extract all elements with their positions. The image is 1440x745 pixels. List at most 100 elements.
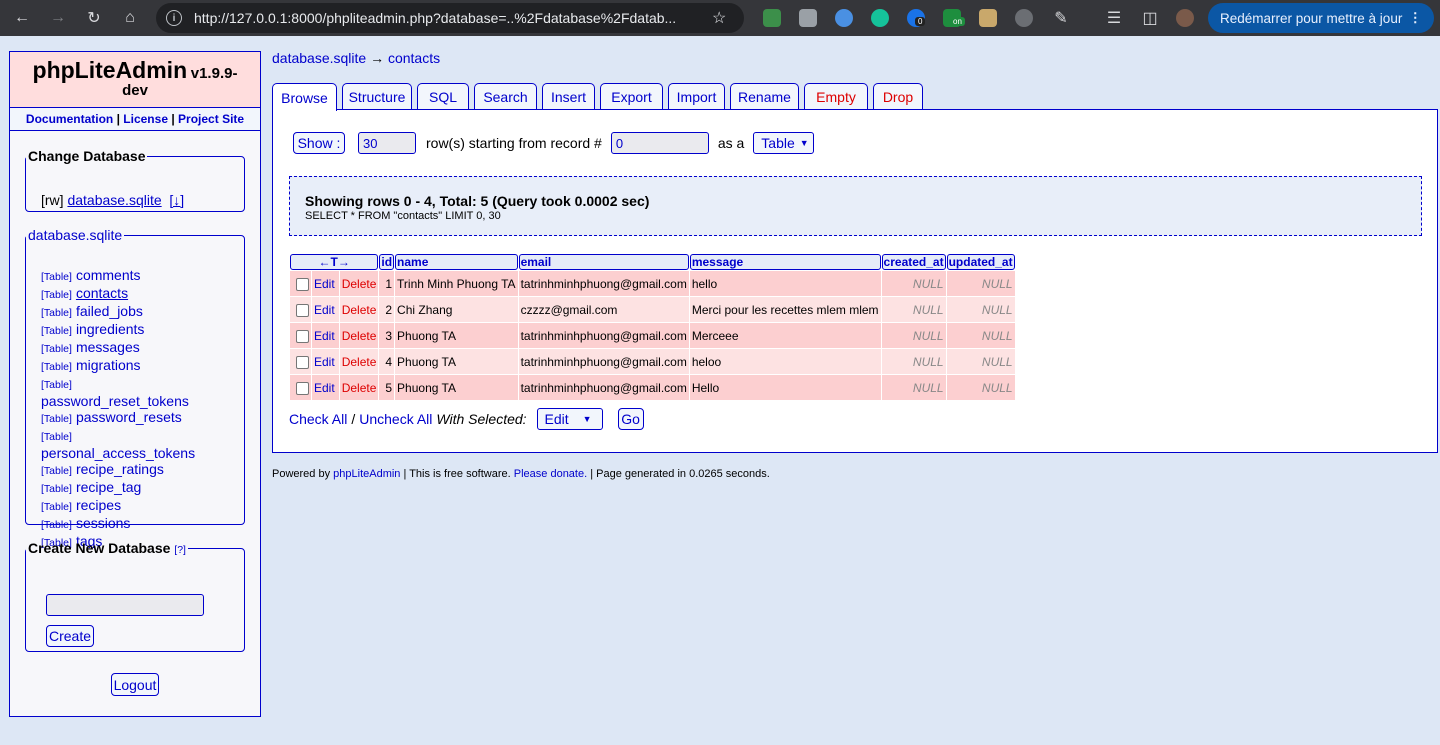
profile-avatar[interactable] (1176, 9, 1194, 27)
table-name-link[interactable]: messages (76, 339, 140, 355)
edit-row-link[interactable]: Edit (314, 303, 335, 317)
edit-row-link[interactable]: Edit (314, 329, 335, 343)
row-checkbox[interactable] (296, 381, 309, 395)
table-name-link[interactable]: personal_access_tokens (41, 445, 241, 461)
grammarly-icon[interactable] (871, 9, 889, 27)
tab-insert[interactable]: Insert (542, 83, 595, 110)
logout-button[interactable]: Logout (111, 673, 159, 696)
extension-gear-icon[interactable] (1015, 9, 1033, 27)
table-tag-link[interactable]: [Table] (41, 271, 72, 283)
sidebar-table-item[interactable]: [Table] comments (41, 267, 241, 285)
table-name-link[interactable]: recipe_ratings (76, 461, 164, 477)
sidebar-table-item[interactable]: [Table] password_reset_tokens (41, 375, 241, 409)
tab-drop[interactable]: Drop (873, 83, 923, 110)
bulk-action-select[interactable]: Edit ▼ (536, 408, 603, 430)
table-name-link[interactable]: recipes (76, 497, 121, 513)
address-url[interactable]: http://127.0.0.1:8000/phpliteadmin.php?d… (194, 10, 704, 26)
tab-browse[interactable]: Browse (272, 83, 337, 111)
table-tag-link[interactable]: [Table] (41, 483, 72, 495)
sidebar-table-item[interactable]: [Table] personal_access_tokens (41, 427, 241, 461)
column-header-message[interactable]: message (689, 254, 881, 270)
row-checkbox[interactable] (296, 355, 309, 369)
uncheck-all-link[interactable]: Uncheck All (359, 411, 432, 427)
table-tag-link[interactable]: [Table] (41, 501, 72, 513)
tab-export[interactable]: Export (600, 83, 663, 110)
column-header-name[interactable]: name (395, 254, 518, 270)
column-header-created-at[interactable]: created_at (881, 254, 946, 270)
table-tag-link[interactable]: [Table] (41, 379, 72, 391)
table-tag-link[interactable]: [Table] (41, 413, 72, 425)
table-name-link[interactable]: migrations (76, 357, 141, 373)
reload-icon[interactable]: ↻ (82, 6, 106, 30)
delete-row-link[interactable]: Delete (342, 381, 377, 395)
forward-arrow-icon[interactable]: → (46, 6, 70, 30)
site-info-icon[interactable]: i (166, 10, 182, 26)
new-database-name-input[interactable] (46, 594, 204, 616)
table-name-link[interactable]: recipe_tag (76, 479, 141, 495)
tab-search[interactable]: Search (474, 83, 537, 110)
sidebar-table-item[interactable]: [Table] sessions (41, 515, 241, 533)
table-tag-link[interactable]: [Table] (41, 519, 72, 531)
restart-update-button[interactable]: Redémarrer pour mettre à jour ⋮ (1208, 3, 1434, 33)
home-icon[interactable]: ⌂ (118, 6, 142, 30)
tab-rename[interactable]: Rename (730, 83, 799, 110)
sidebar-table-item[interactable]: [Table] password_resets (41, 409, 241, 427)
puzzle-extensions-icon[interactable]: ✎ (1049, 6, 1073, 30)
table-name-link[interactable]: password_reset_tokens (41, 393, 241, 409)
table-name-link[interactable]: contacts (76, 285, 128, 301)
media-controls-icon[interactable]: ☰ (1102, 6, 1126, 30)
breadcrumb-database-link[interactable]: database.sqlite (272, 50, 366, 66)
delete-row-link[interactable]: Delete (342, 303, 377, 317)
tab-empty[interactable]: Empty (804, 83, 868, 110)
table-tag-link[interactable]: [Table] (41, 343, 72, 355)
column-header-updated-at[interactable]: updated_at (946, 254, 1015, 270)
column-toggle-header[interactable]: ←T→ (290, 254, 379, 270)
extension-mustache-icon[interactable] (979, 9, 997, 27)
project-site-link[interactable]: Project Site (178, 112, 244, 126)
table-name-link[interactable]: password_resets (76, 409, 182, 425)
view-mode-select[interactable]: Table ▼ (753, 132, 815, 154)
tab-sql[interactable]: SQL (417, 83, 469, 110)
delete-row-link[interactable]: Delete (342, 355, 377, 369)
extension-mail-icon[interactable] (763, 9, 781, 27)
column-header-email[interactable]: email (518, 254, 689, 270)
table-tag-link[interactable]: [Table] (41, 431, 72, 443)
bookmark-star-icon[interactable]: ☆ (712, 8, 726, 28)
edit-row-link[interactable]: Edit (314, 355, 335, 369)
tab-structure[interactable]: Structure (342, 83, 412, 110)
sidebar-table-item[interactable]: [Table] recipes (41, 497, 241, 515)
create-help-link[interactable]: [?] (174, 544, 186, 556)
create-database-button[interactable]: Create (46, 625, 94, 647)
address-bar[interactable]: i http://127.0.0.1:8000/phpliteadmin.php… (156, 3, 744, 33)
sidebar-table-item[interactable]: [Table] recipe_tag (41, 479, 241, 497)
table-name-link[interactable]: comments (76, 267, 141, 283)
row-checkbox[interactable] (296, 329, 309, 343)
row-count-input[interactable]: 30 (358, 132, 416, 154)
kebab-menu-icon[interactable]: ⋮ (1409, 10, 1423, 26)
side-panel-icon[interactable]: ◫ (1138, 6, 1162, 30)
sidebar-table-item[interactable]: [Table] recipe_ratings (41, 461, 241, 479)
back-arrow-icon[interactable]: ← (10, 6, 34, 30)
column-header-id[interactable]: id (379, 254, 395, 270)
go-button[interactable]: Go (617, 408, 644, 430)
sidebar-table-item[interactable]: [Table] messages (41, 339, 241, 357)
sidebar-table-item[interactable]: [Table] contacts (41, 285, 241, 303)
table-name-link[interactable]: sessions (76, 515, 130, 531)
footer-donate-link[interactable]: Please donate. (514, 468, 587, 480)
row-checkbox[interactable] (296, 303, 309, 317)
table-tag-link[interactable]: [Table] (41, 361, 72, 373)
table-name-link[interactable]: ingredients (76, 321, 145, 337)
sidebar-table-item[interactable]: [Table] failed_jobs (41, 303, 241, 321)
breadcrumb-table-link[interactable]: contacts (388, 50, 440, 66)
table-tag-link[interactable]: [Table] (41, 289, 72, 301)
extension-compass-icon[interactable] (835, 9, 853, 27)
table-tag-link[interactable]: [Table] (41, 307, 72, 319)
sidebar-table-item[interactable]: [Table] migrations (41, 357, 241, 375)
table-tag-link[interactable]: [Table] (41, 465, 72, 477)
sidebar-table-item[interactable]: [Table] ingredients (41, 321, 241, 339)
show-rows-button[interactable]: Show : (293, 132, 345, 154)
row-checkbox[interactable] (296, 277, 309, 291)
delete-row-link[interactable]: Delete (342, 329, 377, 343)
download-database-link[interactable]: [↓] (169, 192, 184, 208)
check-all-link[interactable]: Check All (289, 411, 347, 427)
